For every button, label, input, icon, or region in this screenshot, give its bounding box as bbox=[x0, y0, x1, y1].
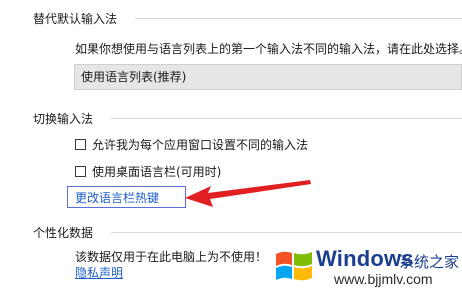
watermark-url: www.bjjmlv.com bbox=[334, 271, 433, 287]
arrow-shape bbox=[185, 180, 311, 207]
override-description: 如果你想使用与语言列表上的第一个输入法不同的输入法，请在此处选择。 bbox=[75, 42, 462, 56]
input-method-settings-page: 替代默认输入法 如果你想使用与语言列表上的第一个输入法不同的输入法，请在此处选择… bbox=[0, 0, 462, 292]
default-input-method-dropdown[interactable]: 使用语言列表(推荐) bbox=[74, 64, 462, 90]
site-watermark: Windows 系统之家 www.bjjmlv.com bbox=[272, 240, 462, 292]
section-divider bbox=[111, 232, 462, 233]
per-app-input-checkbox[interactable] bbox=[75, 138, 86, 150]
change-language-bar-hotkeys-link[interactable]: 更改语言栏热键 bbox=[75, 189, 159, 206]
red-arrow-annotation bbox=[185, 180, 311, 207]
section-divider bbox=[111, 118, 462, 119]
personalization-header: 个性化数据 bbox=[33, 226, 94, 240]
watermark-brand-cn: 系统之家 bbox=[399, 253, 460, 271]
dropdown-selected-value: 使用语言列表(推荐) bbox=[81, 70, 187, 84]
privacy-statement-link[interactable]: 隐私声明 bbox=[75, 264, 123, 281]
section-divider bbox=[135, 18, 462, 19]
switch-input-header: 切换输入法 bbox=[33, 112, 94, 126]
windows-logo-icon bbox=[276, 251, 312, 281]
desktop-language-bar-checkbox[interactable] bbox=[75, 165, 86, 177]
personalization-description: 该数据仅用于在此电脑上为不使用！ bbox=[75, 250, 268, 264]
override-default-header: 替代默认输入法 bbox=[33, 12, 118, 26]
per-app-input-checkbox-row[interactable]: 允许我为每个应用窗口设置不同的输入法 bbox=[75, 136, 308, 152]
per-app-input-label: 允许我为每个应用窗口设置不同的输入法 bbox=[92, 137, 309, 152]
